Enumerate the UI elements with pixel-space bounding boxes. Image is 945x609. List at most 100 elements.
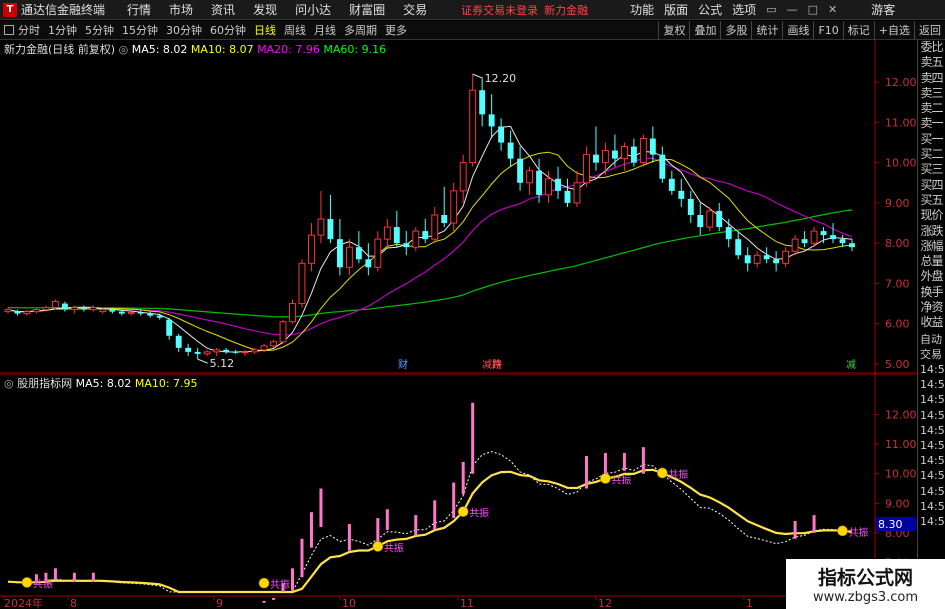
period-more[interactable]: 更多: [385, 22, 407, 38]
menu-gongneng[interactable]: 功能: [630, 1, 654, 18]
menu-gongshi[interactable]: 公式: [698, 1, 722, 18]
candle-body-down: [763, 255, 770, 260]
period-daily[interactable]: 日线: [254, 22, 276, 38]
candle-body-down: [773, 259, 780, 264]
signal-bar: [72, 572, 76, 582]
main-legend: 新力金融(日线 前复权) ◎ MA5: 8.02 MA10: 8.07 MA20…: [4, 41, 386, 57]
watermark-title: 指标公式网: [817, 567, 913, 589]
resonance-icon: [837, 525, 848, 537]
menu-jiaoyi[interactable]: 交易: [403, 1, 427, 18]
restore-icon[interactable]: ▭: [766, 3, 776, 16]
quote-side-panel: 委比 卖五 卖四 卖三 卖二 卖一 买一 买二 买三 买四 买五 现价 涨跌 涨幅 总量 外盘 换手 净资 收益 自…: [917, 40, 945, 609]
candle-body-down: [147, 313, 154, 316]
candle-body-up: [639, 138, 647, 164]
fuquan-button[interactable]: 复权: [658, 20, 689, 40]
period-fenshi[interactable]: 分时: [18, 22, 40, 38]
f10-button[interactable]: F10: [813, 20, 842, 40]
candle-body-down: [232, 351, 239, 353]
candlestick-chart-panel[interactable]: 12.00 11.00 10.00 9.00 8.00 7.00 6.00 5.00 12.20…: [0, 40, 917, 374]
candle-body-up: [345, 246, 353, 268]
candle-body-up: [459, 162, 467, 192]
close-icon[interactable]: ✕: [828, 3, 837, 16]
sub-legend-ma5: MA5: 8.02: [75, 377, 132, 390]
settings-icon[interactable]: ◎: [119, 43, 132, 56]
quote-label: 涨幅: [920, 238, 943, 253]
mark-button[interactable]: 标记: [842, 20, 874, 40]
ma5-line: [7, 125, 853, 353]
indicator-main-line: [7, 468, 853, 594]
main-ytick-label: 9.00: [885, 197, 910, 210]
signal-bar: [414, 515, 418, 536]
signal-bar: [347, 524, 351, 551]
menu-banmian[interactable]: 版面: [664, 1, 688, 18]
period-weekly[interactable]: 周线: [284, 22, 306, 38]
multi-stock-button[interactable]: 多股: [720, 20, 751, 40]
signal-bar: [603, 453, 607, 474]
layout-icon[interactable]: [4, 25, 14, 35]
stats-button[interactable]: 统计: [751, 20, 782, 40]
draw-line-button[interactable]: 画线: [782, 20, 813, 40]
candle-body-up: [241, 351, 249, 354]
quote-label: 卖五: [920, 55, 943, 70]
guest-user[interactable]: 游客: [871, 1, 895, 18]
period-5min[interactable]: 5分钟: [85, 22, 114, 38]
candle-body-down: [156, 315, 163, 318]
trade-tick-label: 自动: [920, 332, 942, 346]
candle-body-down: [668, 178, 675, 191]
trade-tick-label: 14:56: [920, 393, 945, 407]
signal-bar: [622, 453, 626, 471]
signal-bar: [641, 447, 645, 474]
quote-label: 卖一: [920, 116, 943, 131]
sub-ytick-label: 10.00: [885, 468, 917, 481]
candle-body-up: [317, 218, 325, 236]
candle-body-down: [830, 235, 836, 240]
signal-bar: [272, 597, 276, 600]
candle-body-down: [744, 255, 751, 264]
overlay-button[interactable]: 叠加: [689, 20, 720, 40]
signal-bar: [452, 482, 456, 519]
candle-body-up: [279, 321, 287, 343]
signal-bar: [290, 568, 294, 591]
resonance-icon: [258, 577, 270, 589]
xaxis-label: 2024年: [4, 596, 43, 609]
candle-body-up: [270, 341, 277, 347]
xaxis-label: 12: [598, 597, 612, 609]
add-watchlist-button[interactable]: +自选: [873, 20, 914, 40]
resonance-label: 共振: [469, 507, 489, 520]
resonance-icon: [457, 506, 469, 517]
trade-login-alert[interactable]: 证券交易未登录: [461, 2, 538, 18]
menu-wenxiaoda[interactable]: 问小达: [295, 1, 331, 18]
candle-body-up: [260, 345, 268, 351]
indicator-chart-panel[interactable]: 12.0011.0010.009.008.007.006.008.30共振共振共…: [0, 374, 917, 609]
top-menu-bar: T 通达信金融终端 行情 市场 资讯 发现 问小达 财富圈 交易 证券交易未登录…: [0, 0, 945, 20]
watermark-url: www.zbgs3.com: [812, 590, 919, 605]
trade-tick-label: 14:56: [920, 438, 945, 452]
candle-body-down: [185, 347, 192, 352]
legend-ma20: MA20: 7.96: [257, 43, 320, 56]
menu-zixun[interactable]: 资讯: [211, 1, 235, 18]
signal-bar: [91, 572, 95, 582]
back-button[interactable]: 返回: [914, 20, 945, 40]
candle-body-down: [735, 239, 742, 256]
candlestick-chart-svg[interactable]: 12.00 11.00 10.00 9.00 8.00 7.00 6.00 5.00 12.20…: [0, 40, 917, 374]
period-15min[interactable]: 15分钟: [122, 22, 158, 38]
period-30min[interactable]: 30分钟: [166, 22, 202, 38]
candle-body-down: [441, 215, 448, 224]
candle-body-down: [336, 239, 343, 268]
minimize-icon[interactable]: —: [787, 3, 798, 16]
candle-body-down: [630, 146, 637, 163]
menu-faxian[interactable]: 发现: [253, 1, 277, 18]
maximize-icon[interactable]: □: [808, 3, 818, 16]
indicator-settings-icon[interactable]: ◎: [4, 377, 17, 390]
period-multi[interactable]: 多周期: [344, 22, 377, 38]
menu-shichang[interactable]: 市场: [169, 1, 193, 18]
period-1min[interactable]: 1分钟: [48, 22, 77, 38]
period-60min[interactable]: 60分钟: [210, 22, 246, 38]
menu-caifuquan[interactable]: 财富圈: [349, 1, 385, 18]
indicator-chart-svg[interactable]: 12.0011.0010.009.008.007.006.008.30共振共振共…: [0, 374, 917, 609]
period-monthly[interactable]: 月线: [314, 22, 336, 38]
trade-tick-label: 14:56: [920, 484, 945, 498]
menu-hangqing[interactable]: 行情: [127, 1, 151, 18]
candle-body-down: [403, 243, 410, 248]
menu-xuanxiang[interactable]: 选项: [732, 1, 756, 18]
